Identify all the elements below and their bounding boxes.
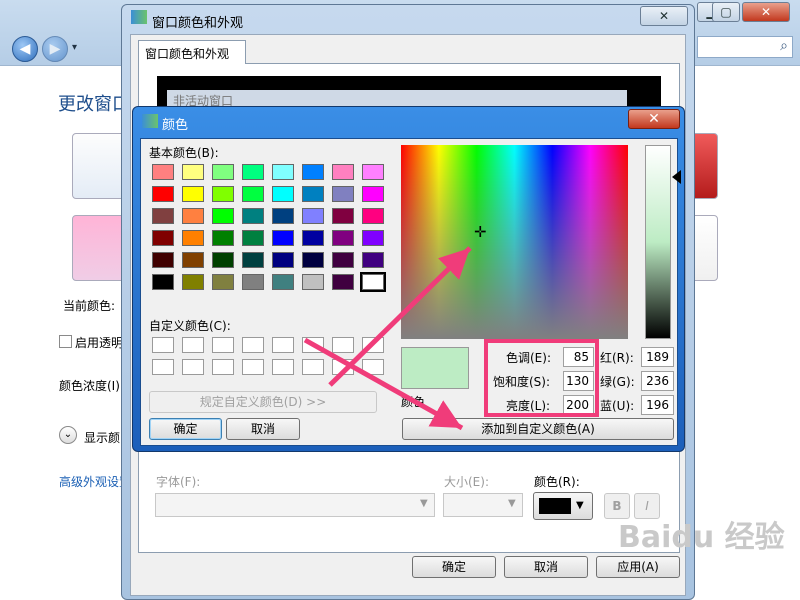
annotation-arrows — [303, 246, 472, 431]
watermark: Baidu 经验 — [618, 520, 785, 555]
arrow-to-add-button — [303, 337, 464, 431]
